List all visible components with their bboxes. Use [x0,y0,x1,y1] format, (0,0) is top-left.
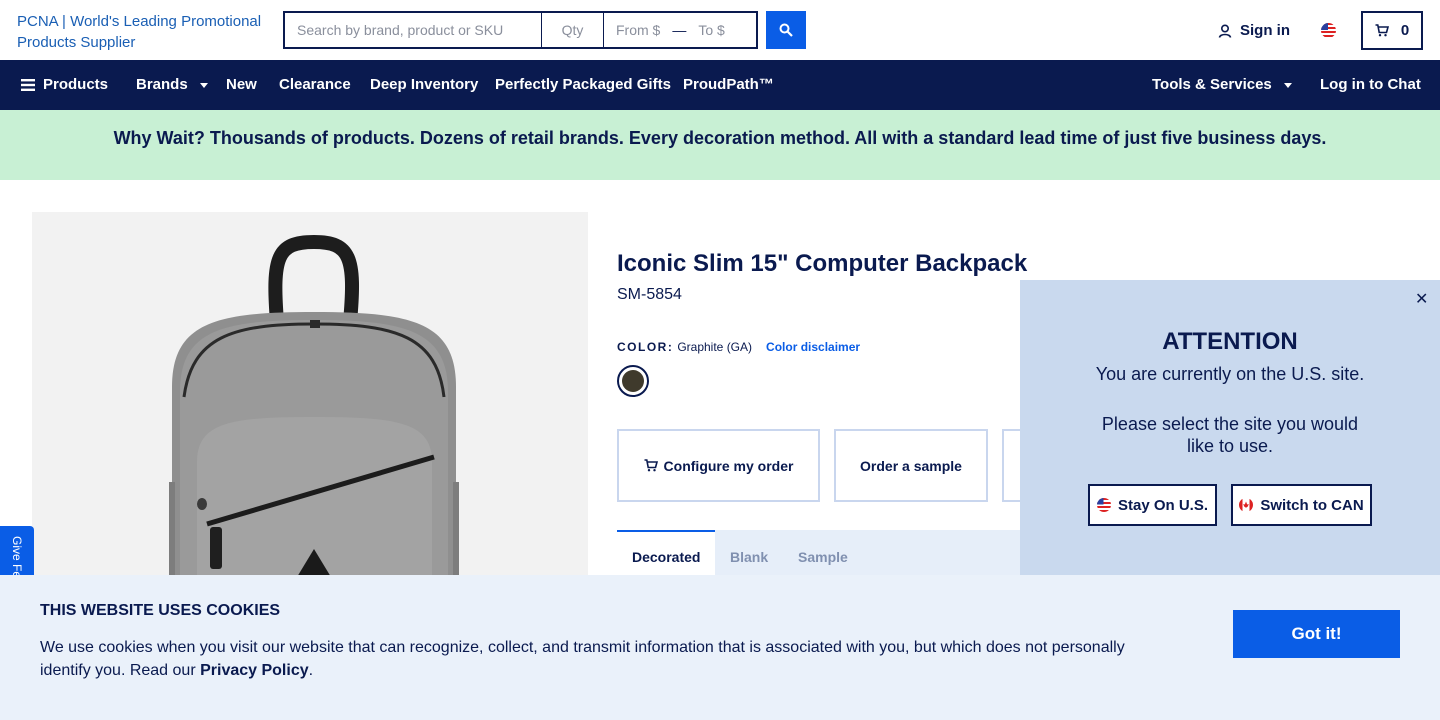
qty-input[interactable]: Qty [542,13,604,47]
nav-brands[interactable]: Brands [136,76,208,93]
nav-chat-label: Log in to Chat [1320,76,1421,93]
stay-on-us-button[interactable]: Stay On U.S. [1088,484,1217,526]
privacy-policy-link[interactable]: Privacy Policy [200,662,309,679]
swatch-dot [622,370,644,392]
us-flag-icon [1096,498,1111,512]
order-sample-button[interactable]: Order a sample [834,429,988,502]
close-icon[interactable]: ✕ [1415,289,1428,309]
nav-new-label: New [226,76,257,93]
logo-alt-text: PCNA | World's Leading Promotional Produ… [17,13,262,51]
site-logo[interactable]: PCNA | World's Leading Promotional Produ… [17,11,272,53]
accept-cookies-button[interactable]: Got it! [1233,610,1400,658]
nav-brands-label: Brands [136,76,188,93]
user-icon [1218,23,1232,38]
nav-tools-label: Tools & Services [1152,76,1272,93]
color-value: Graphite (GA) [677,340,753,354]
color-selector-label: COLOR: Graphite (GA) Color disclaimer [617,340,860,354]
price-to-input[interactable]: To $ [698,22,724,38]
search-button[interactable] [766,11,806,49]
configure-order-button[interactable]: Configure my order [617,429,820,502]
cart-icon [1375,24,1389,37]
stay-on-us-label: Stay On U.S. [1117,496,1209,514]
attention-line-2: Please select the site you would like to… [1101,414,1359,456]
configure-order-label: Configure my order [663,457,794,474]
cart-count: 0 [1400,22,1410,39]
search-bar: Search by brand, product or SKU Qty From… [283,11,758,49]
tab-decorated[interactable]: Decorated [632,549,700,565]
nav-clearance-label: Clearance [279,76,351,93]
cart-button[interactable]: 0 [1361,11,1423,50]
switch-to-can-label: Switch to CAN [1260,496,1364,514]
color-label: COLOR: [617,340,674,354]
nav-login-chat[interactable]: Log in to Chat [1320,76,1421,93]
nav-products-label: Products [43,76,109,93]
nav-packaged-gifts-label: Perfectly Packaged Gifts [495,76,671,93]
product-image[interactable] [32,212,588,632]
sign-in-label: Sign in [1240,22,1290,39]
nav-deep-inventory[interactable]: Deep Inventory [370,76,478,93]
range-separator: — [672,22,687,38]
nav-tools-services[interactable]: Tools & Services [1152,76,1292,93]
menu-icon [21,78,35,91]
nav-proudpath-label: ProudPath™ [683,76,774,93]
promo-banner: Why Wait? Thousands of products. Dozens … [0,110,1440,180]
nav-products[interactable]: Products [21,76,108,93]
promo-banner-text: Why Wait? Thousands of products. Dozens … [113,127,1327,148]
color-swatch-graphite[interactable] [617,365,649,397]
cookie-end: . [308,662,314,679]
chevron-down-icon [199,83,208,88]
backpack-image [169,234,459,632]
price-from-input[interactable]: From $ [616,22,660,38]
product-title: Iconic Slim 15" Computer Backpack [617,250,1028,277]
price-range: From $ — To $ [604,13,756,47]
cookie-title: This website uses cookies [40,602,281,619]
nav-deep-inventory-label: Deep Inventory [370,76,479,93]
tab-sample[interactable]: Sample [798,549,848,565]
chevron-down-icon [1283,83,1292,88]
cart-icon [644,459,658,472]
cookie-text: We use cookies when you visit our websit… [40,636,1150,682]
tab-blank[interactable]: Blank [730,549,768,565]
nav-new[interactable]: New [226,76,257,93]
attention-title: ATTENTION [1162,328,1298,355]
us-flag-icon[interactable] [1321,23,1336,38]
color-disclaimer-link[interactable]: Color disclaimer [766,340,860,354]
search-input[interactable]: Search by brand, product or SKU [285,13,542,47]
product-sku: SM-5854 [617,286,682,303]
sign-in-link[interactable]: Sign in [1218,22,1290,39]
cookie-banner: This website uses cookies We use cookies… [0,575,1440,720]
switch-to-can-button[interactable]: Switch to CAN [1231,484,1372,526]
nav-clearance[interactable]: Clearance [279,76,351,93]
top-header: PCNA | World's Leading Promotional Produ… [0,0,1440,60]
order-sample-label: Order a sample [860,457,962,474]
nav-proudpath[interactable]: ProudPath™ [683,76,774,93]
nav-packaged-gifts[interactable]: Perfectly Packaged Gifts [495,76,671,93]
search-icon [779,23,793,37]
attention-line-1: You are currently on the U.S. site. [1095,364,1365,384]
canada-flag-icon [1239,498,1254,512]
main-nav: Products Brands New Clearance Deep Inven… [0,60,1440,110]
site-selector-popup: ✕ ATTENTION You are currently on the U.S… [1020,280,1440,576]
